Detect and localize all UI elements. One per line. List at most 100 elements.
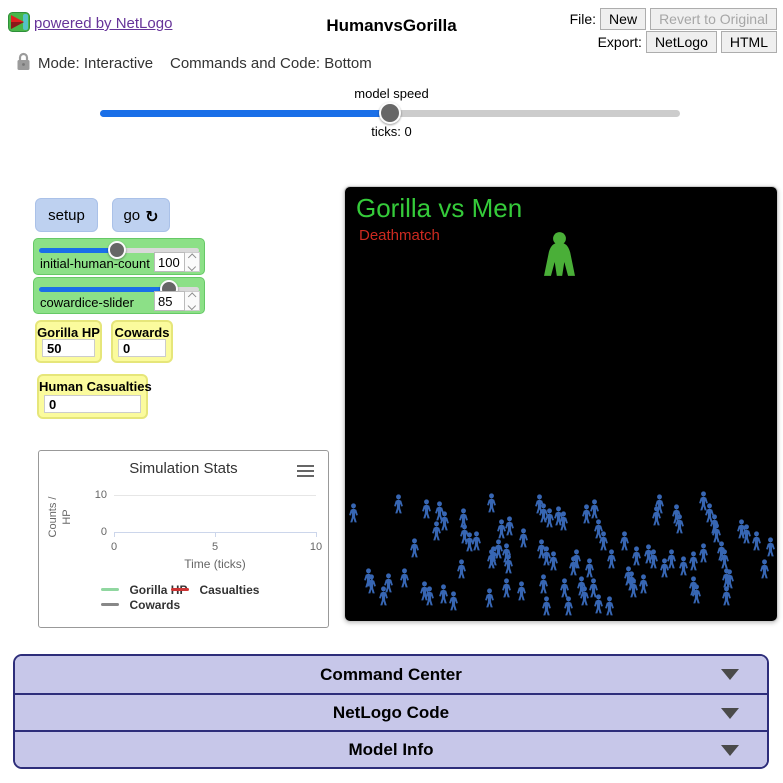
legend-label: Casualties [199, 583, 259, 597]
monitor-human-casualties: Human Casualties 0 [37, 374, 148, 419]
world-view-canvas[interactable]: Gorilla vs Men Deathmatch [344, 186, 778, 622]
netlogo-code-header[interactable]: NetLogo Code [15, 693, 767, 730]
bottom-accordions: Command Center NetLogo Code Model Info [13, 654, 769, 769]
human-figure [697, 543, 710, 563]
human-figure [718, 549, 731, 569]
view-title: Gorilla vs Men [356, 193, 522, 224]
gorilla-figure [537, 231, 582, 278]
chevron-down-icon [721, 669, 739, 680]
model-speed-thumb[interactable] [379, 102, 401, 124]
monitor-gorilla-hp: Gorilla HP 50 [35, 320, 102, 363]
commands-position-indicator: Commands and Code: Bottom [170, 55, 372, 72]
human-figure [470, 531, 483, 551]
export-toolbar: Export: NetLogo HTML [598, 31, 777, 53]
monitor-label: Gorilla HP [37, 325, 100, 340]
chevron-down-icon [721, 745, 739, 756]
monitor-label: Cowards [113, 325, 171, 340]
spinner-up-icon[interactable] [188, 254, 196, 262]
lock-icon [16, 52, 31, 76]
human-figure [758, 559, 771, 579]
slider-fill [39, 248, 117, 253]
x-tick-label: 0 [104, 541, 124, 553]
y-axis-title: Counts / HP [46, 494, 78, 540]
mode-indicator: Mode: Interactive [38, 55, 153, 72]
simulation-stats-chart: Simulation Stats Counts / HP 10 0 0 5 10… [38, 450, 329, 628]
human-figure [690, 584, 703, 604]
slider-label: cowardice-slider [40, 295, 134, 310]
file-new-button[interactable]: New [600, 8, 646, 30]
x-tick-mark [215, 532, 216, 537]
human-figure [455, 559, 468, 579]
human-figure [723, 569, 736, 589]
human-figure [485, 493, 498, 513]
chevron-down-icon [721, 708, 739, 719]
human-figure [420, 499, 433, 519]
human-figure [392, 494, 405, 514]
legend-line [101, 603, 119, 606]
file-revert-button[interactable]: Revert to Original [650, 8, 777, 30]
human-figure [515, 581, 528, 601]
export-html-button[interactable]: HTML [721, 31, 777, 53]
monitor-cowards: Cowards 0 [111, 320, 173, 363]
go-button[interactable]: go ↻ [112, 198, 170, 232]
human-figure [650, 506, 663, 526]
x-tick-label: 10 [306, 541, 326, 553]
human-figure [547, 551, 560, 571]
spinner-up-icon[interactable] [188, 293, 196, 301]
x-tick-mark [316, 532, 317, 537]
human-figure [720, 586, 733, 606]
accordion-label: Model Info [349, 740, 434, 760]
human-figure [503, 516, 516, 536]
slider-value-input[interactable] [154, 291, 185, 311]
human-figure [502, 554, 515, 574]
go-button-label: go [123, 207, 140, 224]
human-figure [658, 558, 671, 578]
file-toolbar: File: New Revert to Original [570, 8, 777, 30]
command-center-header[interactable]: Command Center [15, 656, 767, 693]
slider-label: initial-human-count [40, 256, 150, 271]
legend-line [101, 588, 119, 591]
human-figure [485, 549, 498, 569]
human-figure [603, 596, 616, 616]
x-axis-title: Time (ticks) [114, 557, 316, 571]
human-figure [750, 531, 763, 551]
accordion-label: NetLogo Code [333, 703, 449, 723]
spinner-buttons[interactable] [185, 252, 200, 272]
human-figure [540, 596, 553, 616]
slider-value-input[interactable] [154, 252, 185, 272]
human-figure [673, 514, 686, 534]
human-figure [605, 549, 618, 569]
forever-icon: ↻ [145, 209, 158, 225]
human-figure [588, 499, 601, 519]
spinner-down-icon[interactable] [188, 262, 196, 270]
chart-menu-icon[interactable] [297, 465, 314, 480]
human-figure [398, 568, 411, 588]
human-figure [710, 523, 723, 543]
spinner-down-icon[interactable] [188, 301, 196, 309]
spinner-buttons[interactable] [185, 291, 200, 311]
human-figure [567, 556, 580, 576]
human-figure [423, 586, 436, 606]
x-tick-mark [114, 532, 115, 537]
monitor-value: 50 [42, 339, 95, 357]
human-figure [517, 528, 530, 548]
model-speed-slider[interactable] [100, 110, 680, 117]
view-subtitle: Deathmatch [359, 227, 440, 244]
human-figure [637, 574, 650, 594]
human-figure [500, 578, 513, 598]
legend-label: Cowards [129, 598, 180, 612]
setup-button-label: setup [48, 207, 85, 224]
y-tick-label: 10 [79, 489, 107, 501]
legend-item-cowards[interactable]: Cowards [101, 596, 180, 614]
model-info-header[interactable]: Model Info [15, 730, 767, 767]
x-tick-label: 5 [205, 541, 225, 553]
setup-button[interactable]: setup [35, 198, 98, 232]
export-label: Export: [598, 34, 642, 50]
legend-item-casualties[interactable]: Casualties [171, 581, 259, 599]
ticks-counter: ticks: 0 [0, 124, 783, 139]
model-speed-label: model speed [0, 86, 783, 101]
legend-line [171, 588, 189, 591]
human-figure [537, 574, 550, 594]
human-figure [597, 531, 610, 551]
export-netlogo-button[interactable]: NetLogo [646, 31, 717, 53]
